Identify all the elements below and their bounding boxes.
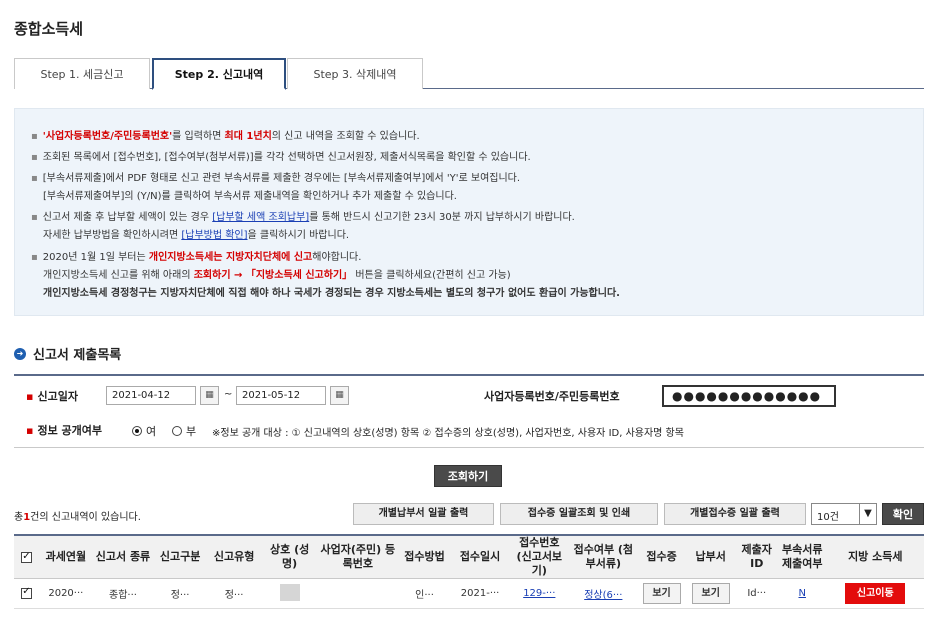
- col-receipt: 접수증: [637, 534, 686, 579]
- search-panel: ▪ 신고일자 2021-04-12 ▦ ~ 2021-05-12 ▦ 사업자등록번…: [14, 374, 924, 448]
- col-submitter: 제출자 ID: [735, 534, 778, 579]
- col-bizno: 사업자(주민) 등록번호: [317, 534, 399, 579]
- cell-attach[interactable]: N: [777, 578, 827, 609]
- arrow-circle-icon: ➜: [14, 347, 26, 360]
- tab-step3[interactable]: Step 3. 삭제내역: [287, 58, 423, 89]
- cell-date: 2021-···: [450, 578, 510, 609]
- page-size-select[interactable]: 10건 ▼: [811, 503, 877, 525]
- chevron-down-icon: ▼: [859, 504, 876, 524]
- report-table: 과세연월 신고서 종류 신고구분 신고유형 상호 (성명) 사업자(주민) 등록…: [14, 534, 924, 609]
- date-from-input[interactable]: 2021-04-12: [106, 386, 196, 405]
- notice-box: ▪ '사업자등록번호/주민등록번호'를 입력하면 최대 1년치의 신고 내역을 조…: [14, 108, 924, 316]
- notice-line-4b: 자세한 납부방법을 확인하시려면 [납부방법 확인]을 클릭하시기 바랍니다.: [43, 230, 350, 241]
- date-to-input[interactable]: 2021-05-12: [236, 386, 326, 405]
- cell-period: 2020···: [39, 578, 93, 609]
- id-input[interactable]: ●●●●●●●●●●●●●: [662, 385, 836, 407]
- col-type: 신고유형: [206, 534, 262, 579]
- print-bills-button[interactable]: 개별납부서 일괄 출력: [353, 503, 494, 525]
- tax-inquiry-link[interactable]: [납부할 세액 조회납부]: [212, 212, 309, 223]
- view-receipt-button[interactable]: 보기: [642, 583, 681, 604]
- payment-method-link[interactable]: [납부방법 확인]: [181, 230, 247, 241]
- name-image: [279, 583, 300, 601]
- col-date: 접수일시: [450, 534, 510, 579]
- col-name: 상호 (성명): [261, 534, 318, 579]
- cell-receipt: 보기: [637, 578, 686, 609]
- print-receipts-button[interactable]: 접수증 일괄조회 및 인쇄: [500, 503, 658, 525]
- col-attach: 부속서류 제출여부: [777, 534, 827, 579]
- row-checkbox[interactable]: [14, 578, 40, 609]
- date-separator: ~: [224, 389, 233, 400]
- notice-line-2: ▪ 조회된 목록에서 [접수번호], [접수여부(첨부서류)]를 각각 선택하면 …: [31, 152, 531, 163]
- date-label: ▪ 신고일자: [26, 390, 78, 403]
- cell-category: 정···: [153, 578, 207, 609]
- cell-name: [261, 578, 318, 609]
- id-label: 사업자등록번호/주민등록번호: [484, 390, 620, 403]
- notice-line-3b: [부속서류제출여부]의 (Y/N)를 클릭하여 부속서류 제출내역을 확인하거나…: [43, 191, 457, 202]
- col-receipt-no: 접수번호 (신고서보기): [509, 534, 570, 579]
- col-method: 접수방법: [398, 534, 451, 579]
- col-local: 지방 소득세: [826, 534, 924, 579]
- calendar-icon[interactable]: ▦: [200, 386, 219, 405]
- status-link[interactable]: 정상(6···: [584, 590, 622, 601]
- notice-line-5b: 개인지방소득세 신고를 위해 아래의 조회하기 → 「지방소득세 신고하기」 버…: [43, 270, 511, 281]
- result-count: 총1건의 신고내역이 있습니다.: [14, 512, 141, 523]
- section-title: ➜ 신고서 제출목록: [14, 344, 121, 363]
- cell-bill: 보기: [685, 578, 736, 609]
- local-tax-button[interactable]: 신고이동: [845, 583, 906, 604]
- select-all-checkbox[interactable]: [14, 534, 40, 579]
- col-status: 접수여부 (첨부서류): [569, 534, 638, 579]
- cell-kind: 종합···: [92, 578, 154, 609]
- cell-local: 신고이동: [826, 578, 924, 609]
- cell-type: 정···: [206, 578, 262, 609]
- notice-line-5a: ▪ 2020년 1월 1일 부터는 개인지방소득세는 지방자치단체에 신고해야합니…: [31, 252, 362, 263]
- print-each-receipt-button[interactable]: 개별접수증 일괄 출력: [664, 503, 806, 525]
- table-row: 2020··· 종합··· 정··· 정··· 인··· 2021-··· 12…: [14, 578, 924, 609]
- disclosure-label: ▪ 정보 공개여부: [26, 424, 103, 437]
- view-bill-button[interactable]: 보기: [691, 583, 730, 604]
- notice-line-5c: 개인지방소득세 경정청구는 지방자치단체에 직접 해야 하나 국세가 경정되는 …: [43, 288, 620, 299]
- col-category: 신고구분: [153, 534, 207, 579]
- disclosure-note: ※정보 공개 대상 : ① 신고내역의 상호(성명) 항목 ② 접수증의 상호(…: [212, 428, 684, 439]
- cell-submitter: Id···: [735, 578, 778, 609]
- notice-line-4a: ▪ 신고서 제출 후 납부할 세액이 있는 경우 [납부할 세액 조회납부]를 통…: [31, 212, 575, 223]
- calendar-icon[interactable]: ▦: [330, 386, 349, 405]
- tab-step1[interactable]: Step 1. 세금신고: [14, 58, 150, 89]
- receipt-no-link[interactable]: 129-···: [523, 588, 555, 599]
- col-bill: 납부서: [685, 534, 736, 579]
- col-kind: 신고서 종류: [92, 534, 154, 579]
- cell-receipt-no[interactable]: 129-···: [509, 578, 570, 609]
- search-button[interactable]: 조회하기: [434, 465, 502, 487]
- table-header-row: 과세연월 신고서 종류 신고구분 신고유형 상호 (성명) 사업자(주민) 등록…: [14, 534, 924, 579]
- confirm-button[interactable]: 확인: [882, 503, 924, 525]
- cell-bizno: [317, 578, 399, 609]
- step-tabs: Step 1. 세금신고 Step 2. 신고내역 Step 3. 삭제내역: [14, 58, 924, 90]
- page-title: 종합소득세: [14, 20, 84, 38]
- col-period: 과세연월: [39, 534, 93, 579]
- notice-line-1: ▪ '사업자등록번호/주민등록번호'를 입력하면 최대 1년치의 신고 내역을 조…: [31, 131, 420, 142]
- disclosure-no-radio[interactable]: 부: [172, 423, 196, 439]
- cell-method: 인···: [398, 578, 451, 609]
- notice-line-3a: ▪ [부속서류제출]에서 PDF 형태로 신고 관련 부속서류를 제출한 경우에는…: [31, 173, 521, 184]
- attach-link[interactable]: N: [798, 588, 805, 599]
- disclosure-yes-radio[interactable]: 여: [132, 423, 156, 439]
- cell-status[interactable]: 정상(6···: [569, 578, 638, 609]
- tab-step2[interactable]: Step 2. 신고내역: [152, 58, 286, 90]
